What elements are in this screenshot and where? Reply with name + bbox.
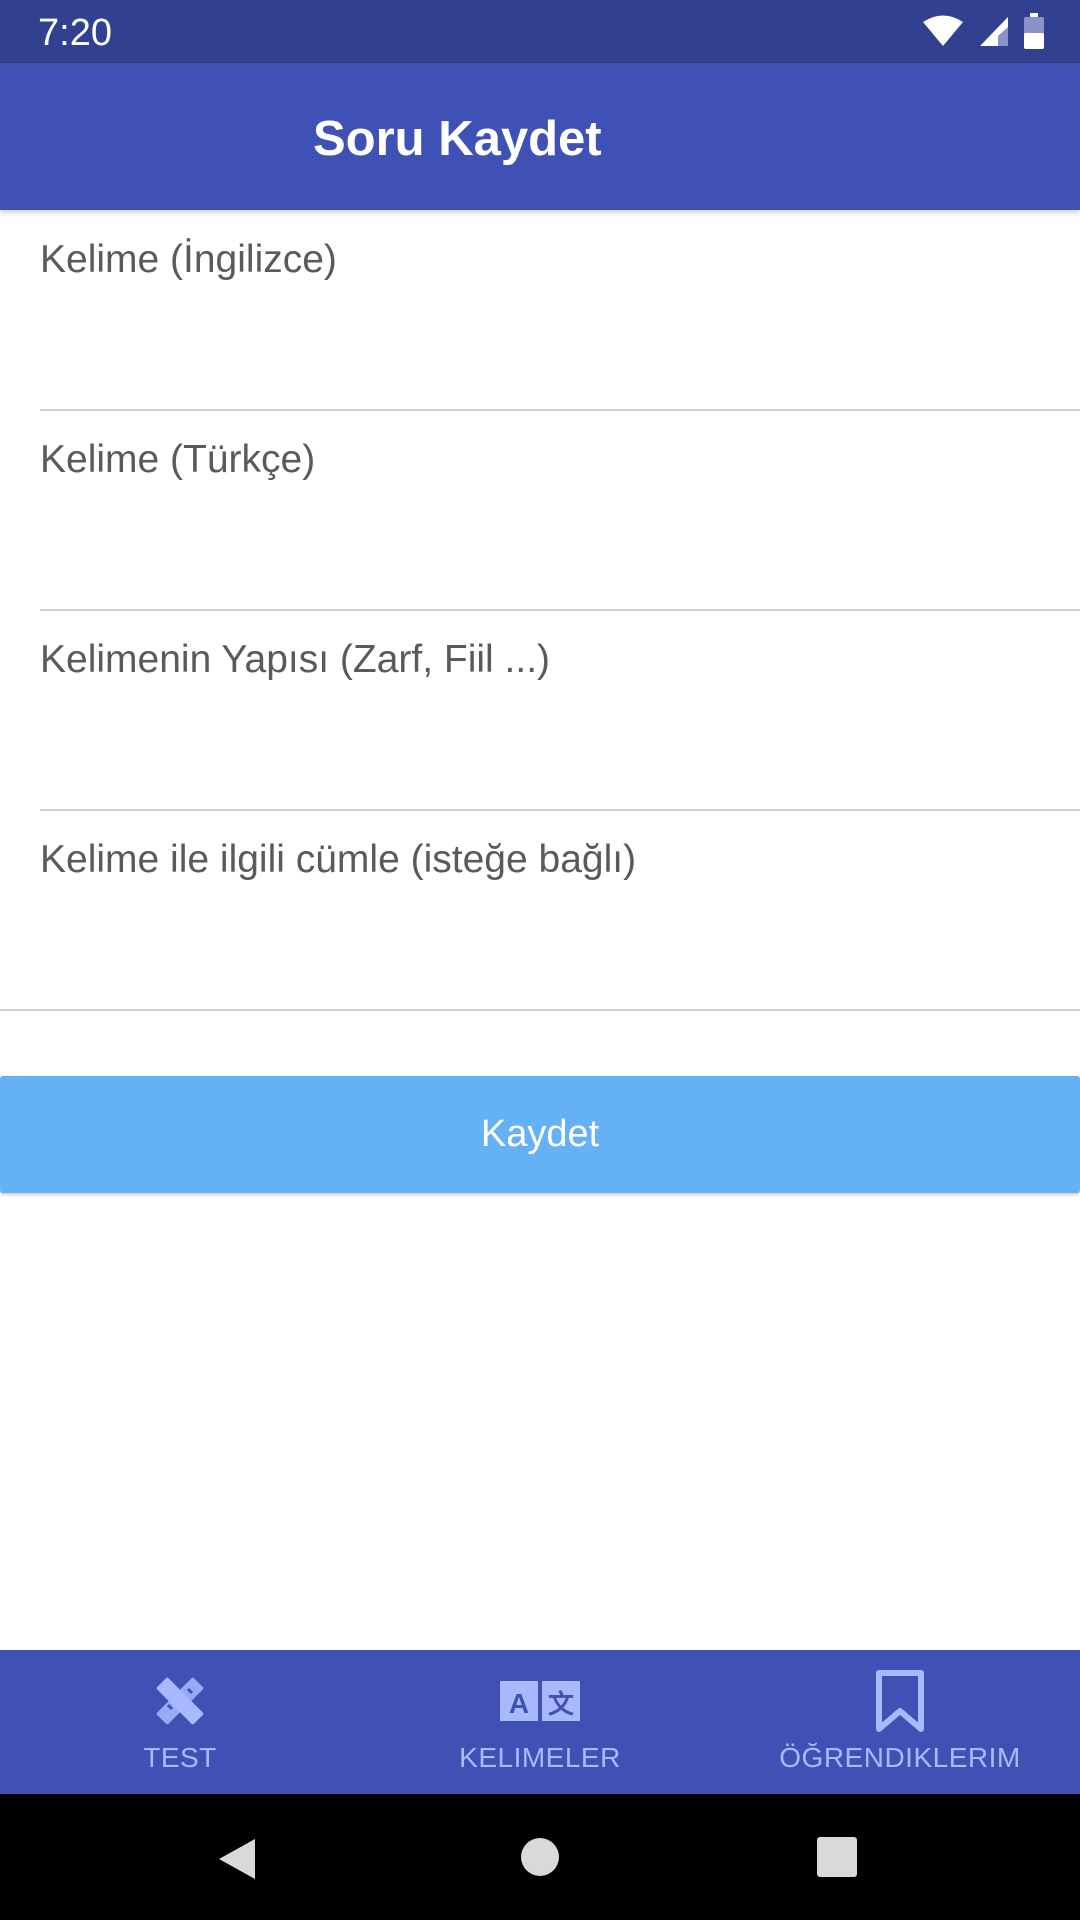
nav-label-test: TEST bbox=[143, 1742, 217, 1773]
english-word-field bbox=[40, 210, 1080, 411]
example-sentence-input[interactable] bbox=[40, 838, 1060, 882]
status-time: 7:20 bbox=[38, 12, 112, 54]
nav-item-learned[interactable]: ÖĞRENDIKLERIM bbox=[720, 1650, 1080, 1794]
battery-icon bbox=[1024, 13, 1044, 49]
signal-icon bbox=[980, 17, 1008, 46]
wifi-icon bbox=[923, 15, 963, 46]
bottom-nav: TEST A 文 KELIMELER ÖĞRENDIKLERIM bbox=[0, 1650, 1080, 1794]
nav-item-words[interactable]: A 文 KELIMELER bbox=[360, 1650, 720, 1794]
word-type-field bbox=[40, 610, 1080, 811]
system-nav-bar bbox=[0, 1794, 1080, 1920]
recents-icon[interactable] bbox=[817, 1837, 857, 1877]
save-button[interactable]: Kaydet bbox=[0, 1076, 1080, 1193]
nav-label-learned: ÖĞRENDIKLERIM bbox=[779, 1742, 1021, 1773]
translate-icon: A 文 bbox=[500, 1681, 580, 1721]
bookmark-icon bbox=[876, 1670, 924, 1732]
page-title: Soru Kaydet bbox=[313, 112, 602, 166]
status-icons bbox=[922, 13, 1044, 49]
app-bar: Soru Kaydet bbox=[0, 63, 1080, 210]
home-icon[interactable] bbox=[520, 1837, 560, 1877]
nav-item-test[interactable]: TEST bbox=[0, 1650, 360, 1794]
svg-text:A: A bbox=[509, 1688, 529, 1719]
pencil-ruler-icon bbox=[156, 1677, 204, 1725]
example-sentence-field bbox=[0, 810, 1080, 1011]
nav-label-words: KELIMELER bbox=[459, 1742, 621, 1773]
word-type-input[interactable] bbox=[40, 638, 1060, 682]
turkish-word-field bbox=[40, 410, 1080, 611]
turkish-word-input[interactable] bbox=[40, 438, 1060, 482]
svg-text:文: 文 bbox=[548, 1689, 575, 1719]
english-word-input[interactable] bbox=[40, 238, 1060, 282]
back-icon[interactable] bbox=[215, 1837, 259, 1881]
status-bar: 7:20 bbox=[0, 0, 1080, 63]
